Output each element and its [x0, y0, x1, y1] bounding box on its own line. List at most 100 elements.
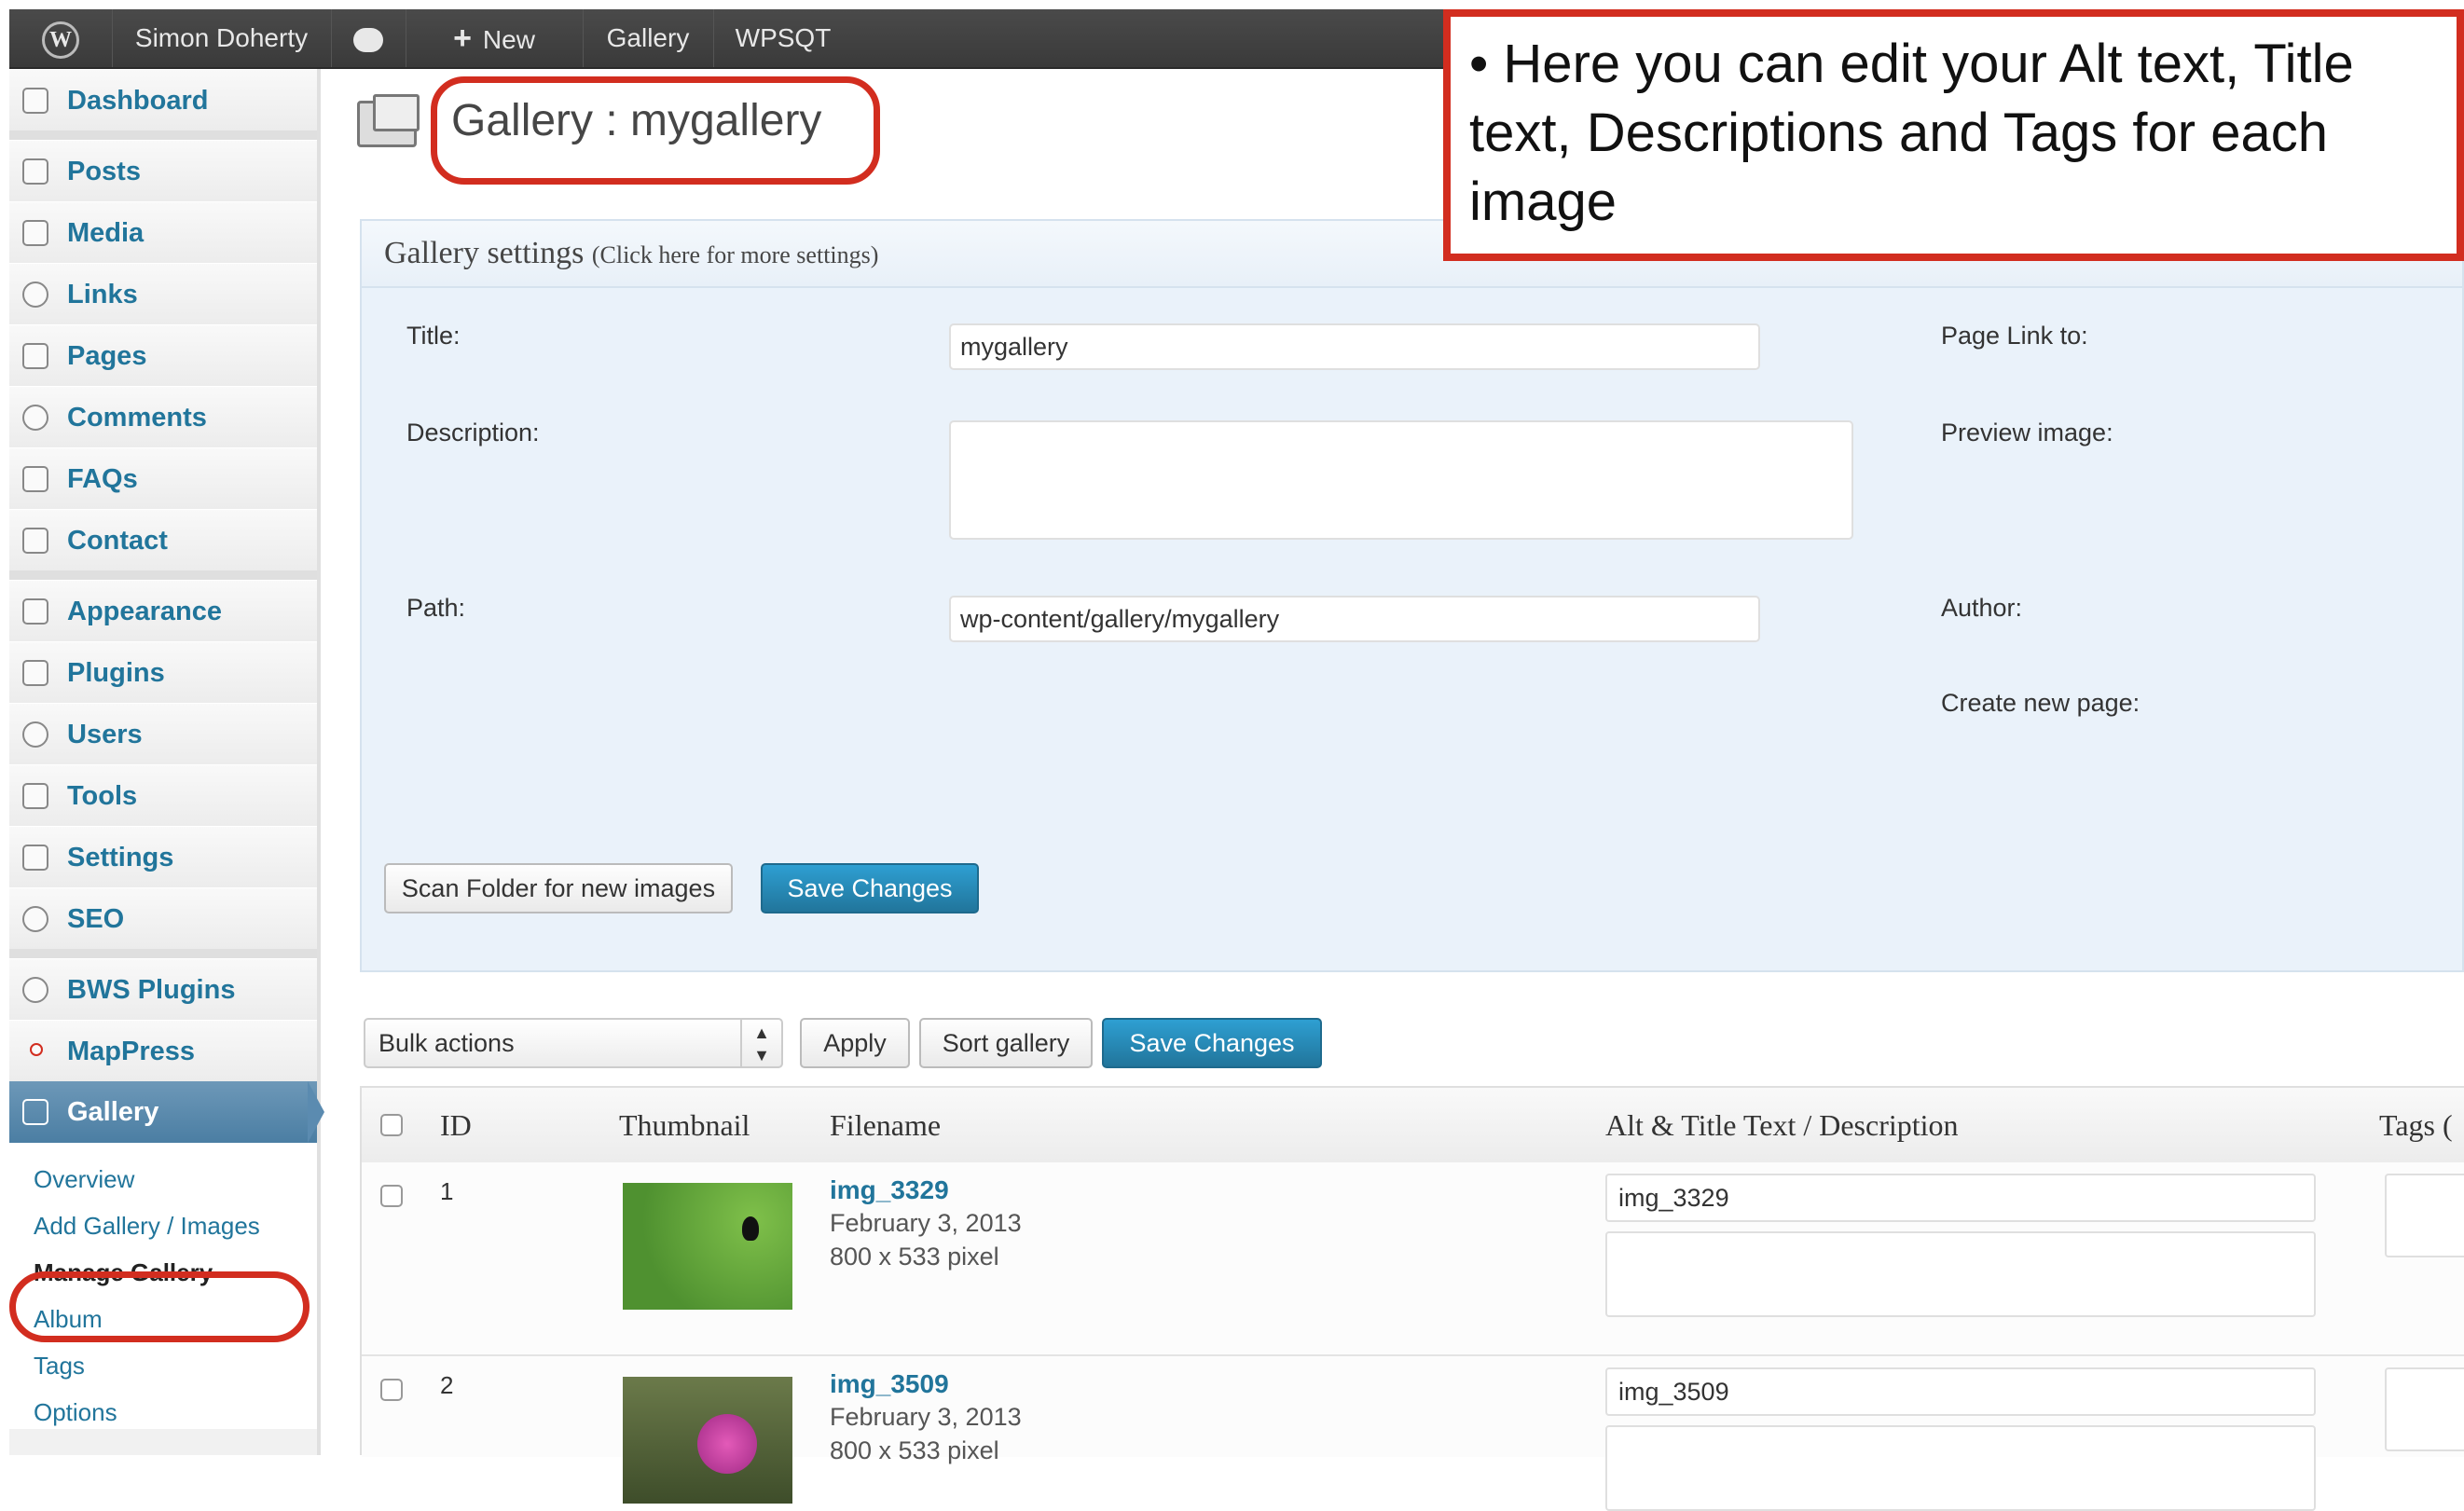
bulk-actions-value: Bulk actions	[379, 1029, 515, 1057]
wordpress-logo-icon: W	[42, 21, 79, 59]
sidebar-item-label: Media	[67, 218, 145, 248]
gallery-page-icon	[357, 94, 420, 147]
description-label: Description:	[406, 419, 540, 446]
sidebar-item-contact[interactable]: Contact	[9, 509, 317, 572]
bws-icon	[22, 977, 48, 1003]
new-content-button[interactable]: + New	[406, 9, 584, 67]
adminbar-gallery-link[interactable]: Gallery	[583, 9, 714, 67]
sidebar-item-label: Comments	[67, 403, 207, 433]
sidebar-item-mappress[interactable]: MapPress	[9, 1020, 317, 1083]
description-textarea[interactable]	[1605, 1231, 2316, 1317]
file-dimensions: 800 x 533 pixel	[830, 1243, 999, 1271]
column-filename[interactable]: Filename	[830, 1108, 941, 1143]
plus-icon: +	[453, 21, 472, 56]
sidebar-item-label: Plugins	[67, 658, 165, 688]
media-icon	[22, 220, 48, 246]
sort-gallery-button[interactable]: Sort gallery	[919, 1018, 1093, 1068]
map-pin-icon	[30, 1043, 43, 1056]
sidebar-item-gallery[interactable]: Gallery	[9, 1081, 317, 1143]
apply-button[interactable]: Apply	[800, 1018, 910, 1068]
submenu-options[interactable]: Options	[34, 1398, 117, 1427]
filename-link[interactable]: img_3329	[830, 1175, 949, 1205]
filename-link[interactable]: img_3509	[830, 1369, 949, 1399]
annotation-callout: • Here you can edit your Alt text, Title…	[1443, 9, 2464, 261]
submenu-overview[interactable]: Overview	[34, 1165, 134, 1194]
sidebar-item-label: FAQs	[67, 464, 138, 494]
scan-folder-button[interactable]: Scan Folder for new images	[384, 863, 733, 913]
path-label: Path:	[406, 594, 466, 622]
home-icon	[22, 88, 48, 114]
pushpin-icon	[22, 158, 48, 185]
sidebar-item-comments[interactable]: Comments	[9, 386, 317, 449]
tools-icon	[22, 783, 48, 809]
tags-textarea[interactable]	[2385, 1367, 2464, 1451]
file-date: February 3, 2013	[830, 1403, 1022, 1431]
page-title-highlight	[431, 76, 880, 185]
sidebar-item-appearance[interactable]: Appearance	[9, 580, 317, 643]
path-input[interactable]: wp-content/gallery/mygallery	[949, 596, 1760, 642]
row-checkbox[interactable]	[380, 1379, 403, 1401]
thumbnail-image[interactable]	[623, 1183, 792, 1310]
title-input[interactable]: mygallery	[949, 323, 1760, 370]
column-id[interactable]: ID	[440, 1108, 472, 1143]
author-label: Author:	[1941, 594, 2023, 622]
sidebar-item-label: Contact	[67, 526, 168, 556]
bird-in-grass	[742, 1216, 759, 1241]
sidebar-item-label: Links	[67, 280, 138, 309]
bulk-actions-select[interactable]: Bulk actions ▲ ▼	[364, 1018, 783, 1068]
sidebar-item-settings[interactable]: Settings	[9, 826, 317, 889]
sidebar-item-label: BWS Plugins	[67, 975, 236, 1005]
table-header: ID Thumbnail Filename Alt & Title Text /…	[362, 1088, 2464, 1164]
column-tags: Tags (	[2379, 1108, 2453, 1142]
description-textarea[interactable]	[949, 420, 1853, 540]
pages-icon	[22, 343, 48, 369]
seo-icon	[22, 906, 48, 932]
table-row: 2 img_3509 February 3, 2013 800 x 533 pi…	[362, 1356, 2464, 1511]
sidebar-item-bws-plugins[interactable]: BWS Plugins	[9, 958, 317, 1022]
page-link-label: Page Link to:	[1941, 322, 2088, 350]
alt-title-input[interactable]: img_3329	[1605, 1174, 2316, 1222]
alt-title-input[interactable]: img_3509	[1605, 1367, 2316, 1416]
comments-button[interactable]	[331, 9, 406, 67]
sidebar-item-label: MapPress	[67, 1037, 196, 1066]
title-label: Title:	[406, 322, 461, 350]
row-checkbox[interactable]	[380, 1185, 403, 1207]
images-table: ID Thumbnail Filename Alt & Title Text /…	[360, 1086, 2464, 1511]
active-menu-arrow	[308, 1081, 324, 1143]
submenu-tags[interactable]: Tags	[34, 1352, 85, 1381]
adminbar-wpsqt-link[interactable]: WPSQT	[713, 9, 853, 67]
sidebar-item-tools[interactable]: Tools	[9, 764, 317, 828]
thumbnail-image[interactable]	[623, 1377, 792, 1504]
bulk-save-button[interactable]: Save Changes	[1102, 1018, 1322, 1068]
settings-icon	[22, 845, 48, 871]
sidebar-item-dashboard[interactable]: Dashboard	[9, 69, 317, 132]
description-textarea[interactable]	[1605, 1425, 2316, 1511]
select-arrows-icon: ▲ ▼	[740, 1020, 781, 1066]
sidebar-item-media[interactable]: Media	[9, 201, 317, 265]
settings-save-button[interactable]: Save Changes	[761, 863, 979, 913]
tags-textarea[interactable]	[2385, 1174, 2464, 1257]
pushpin-icon	[22, 466, 48, 492]
settings-more-link[interactable]: (Click here for more settings)	[592, 241, 879, 268]
sidebar-item-users[interactable]: Users	[9, 703, 317, 766]
wordpress-logo-button[interactable]: W	[9, 9, 113, 67]
file-date: February 3, 2013	[830, 1209, 1022, 1237]
sidebar-item-pages[interactable]: Pages	[9, 324, 317, 388]
user-menu[interactable]: Simon Doherty	[112, 9, 332, 67]
sidebar-item-plugins[interactable]: Plugins	[9, 641, 317, 705]
submenu-add-gallery[interactable]: Add Gallery / Images	[34, 1212, 260, 1241]
sidebar-item-links[interactable]: Links	[9, 263, 317, 326]
sidebar-item-seo[interactable]: SEO	[9, 887, 317, 951]
plug-icon	[22, 660, 48, 686]
sidebar-item-label: Pages	[67, 341, 147, 371]
sidebar-item-faqs[interactable]: FAQs	[9, 447, 317, 511]
sidebar-item-label: Settings	[67, 843, 174, 872]
settings-heading[interactable]: Gallery settings (Click here for more se…	[384, 236, 878, 271]
sidebar-item-posts[interactable]: Posts	[9, 140, 317, 203]
manage-gallery-highlight	[9, 1271, 310, 1342]
admin-sidebar: Dashboard Posts Media Links Pages Commen…	[9, 69, 321, 1455]
sidebar-item-label: Posts	[67, 157, 141, 186]
column-thumbnail: Thumbnail	[619, 1108, 750, 1142]
select-all-checkbox[interactable]	[380, 1114, 403, 1136]
row-id: 2	[440, 1371, 454, 1399]
